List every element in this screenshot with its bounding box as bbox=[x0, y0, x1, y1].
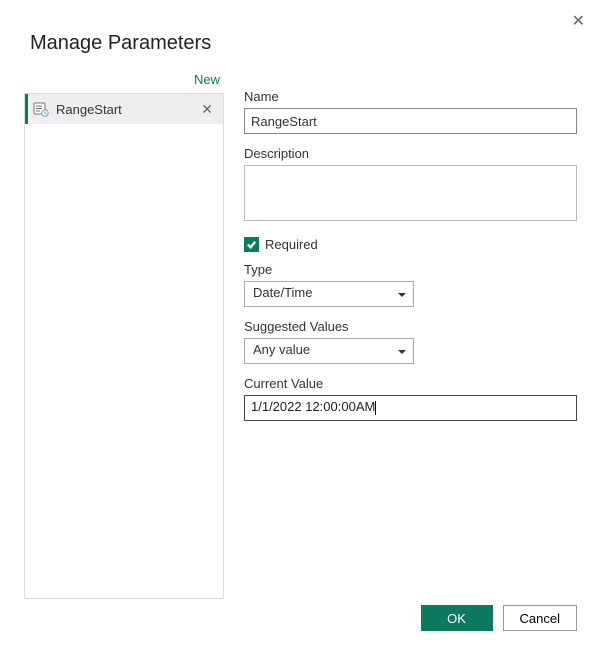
sidebar: New RangeStart bbox=[24, 69, 224, 599]
ok-button[interactable]: OK bbox=[421, 605, 493, 631]
parameter-icon bbox=[32, 100, 50, 118]
parameter-item-label: RangeStart bbox=[56, 102, 191, 117]
parameter-item-rangestart[interactable]: RangeStart ✕ bbox=[25, 94, 223, 124]
required-label: Required bbox=[265, 237, 318, 252]
type-select[interactable]: Date/Time bbox=[244, 281, 414, 307]
description-label: Description bbox=[244, 146, 577, 161]
suggested-values-select-wrap: Any value bbox=[244, 338, 414, 364]
name-label: Name bbox=[244, 89, 577, 104]
dialog-body: New RangeStart bbox=[24, 69, 577, 599]
name-input[interactable] bbox=[244, 108, 577, 134]
manage-parameters-dialog: ✕ Manage Parameters New bbox=[0, 0, 601, 651]
new-parameter-link[interactable]: New bbox=[24, 69, 224, 93]
current-value-label: Current Value bbox=[244, 376, 577, 391]
suggested-values-label: Suggested Values bbox=[244, 319, 577, 334]
current-value-text: 1/1/2022 12:00:00AM bbox=[251, 399, 375, 414]
close-icon[interactable]: ✕ bbox=[572, 14, 585, 30]
required-checkbox[interactable] bbox=[244, 237, 259, 252]
type-select-wrap: Date/Time bbox=[244, 281, 414, 307]
dialog-footer: OK Cancel bbox=[421, 605, 577, 631]
parameter-form: Name Description Required Type Date/Time… bbox=[244, 69, 577, 599]
parameter-list: RangeStart ✕ bbox=[24, 93, 224, 599]
delete-parameter-icon[interactable]: ✕ bbox=[197, 102, 217, 116]
suggested-values-select[interactable]: Any value bbox=[244, 338, 414, 364]
description-input[interactable] bbox=[244, 165, 577, 221]
current-value-input[interactable]: 1/1/2022 12:00:00AM bbox=[244, 395, 577, 421]
cancel-button[interactable]: Cancel bbox=[503, 605, 577, 631]
dialog-title: Manage Parameters bbox=[30, 32, 577, 55]
required-row: Required bbox=[244, 237, 577, 252]
type-label: Type bbox=[244, 262, 577, 277]
